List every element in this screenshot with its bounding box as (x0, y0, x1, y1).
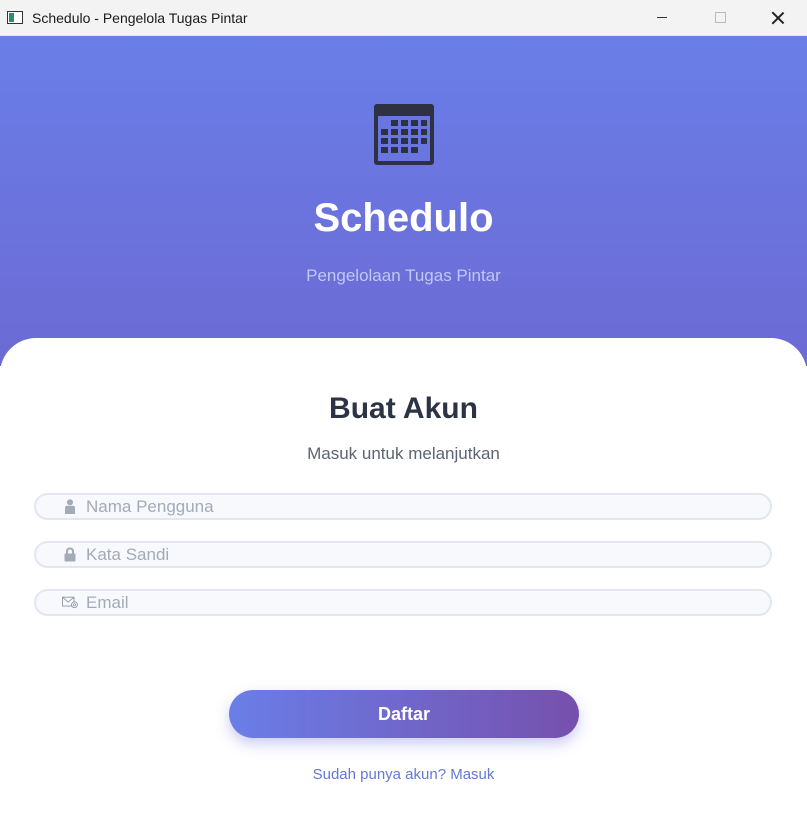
register-card: Buat Akun Masuk untuk melanjutkan Daftar… (0, 338, 807, 816)
register-button[interactable]: Daftar (229, 690, 579, 738)
app-window-icon (7, 11, 23, 24)
app-subtitle: Pengelolaan Tugas Pintar (306, 266, 501, 285)
user-icon (62, 499, 78, 515)
close-icon (771, 11, 785, 25)
app-title: Schedulo (313, 196, 494, 240)
username-input[interactable] (86, 496, 770, 517)
minimize-button[interactable] (633, 0, 691, 35)
password-input[interactable] (86, 544, 770, 565)
minimize-icon (657, 17, 667, 18)
title-bar: Schedulo - Pengelola Tugas Pintar (0, 0, 807, 36)
email-input[interactable] (86, 592, 770, 613)
calendar-icon (374, 104, 434, 165)
maximize-icon (714, 12, 726, 23)
lock-icon (62, 547, 78, 563)
password-field[interactable] (34, 541, 772, 568)
email-icon (62, 595, 78, 611)
login-link[interactable]: Sudah punya akun? Masuk (0, 766, 807, 783)
close-button[interactable] (749, 0, 807, 35)
maximize-button[interactable] (691, 0, 749, 35)
username-field[interactable] (34, 493, 772, 520)
hero-header: Schedulo Pengelolaan Tugas Pintar (0, 36, 807, 366)
email-field[interactable] (34, 589, 772, 616)
window-controls (633, 0, 807, 35)
window-title: Schedulo - Pengelola Tugas Pintar (32, 9, 248, 26)
form-title: Buat Akun (329, 392, 478, 425)
form-subtitle: Masuk untuk melanjutkan (307, 444, 500, 463)
